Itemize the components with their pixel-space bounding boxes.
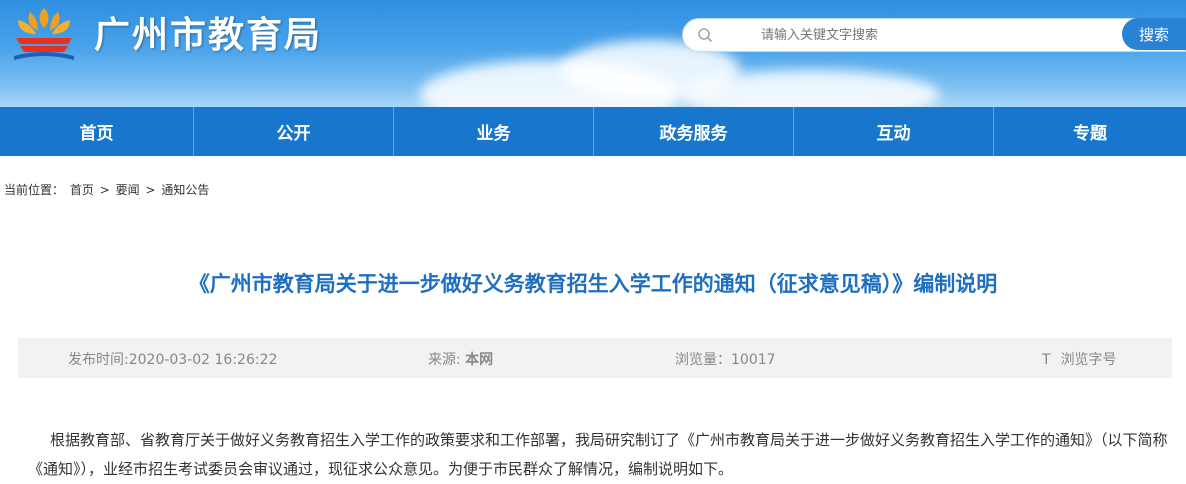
publish-date: 发布时间:2020-03-02 16:26:22 — [68, 352, 278, 368]
nav-item-interaction[interactable]: 互动 — [794, 107, 994, 156]
breadcrumb-link-notices[interactable]: 通知公告 — [161, 183, 209, 197]
breadcrumb-separator: > — [145, 183, 156, 197]
search-input[interactable] — [723, 19, 1123, 51]
search-icon — [698, 28, 713, 43]
nav-item-business[interactable]: 业务 — [394, 107, 594, 156]
education-bureau-logo — [14, 8, 74, 60]
breadcrumb-link-home[interactable]: 首页 — [70, 183, 94, 197]
view-count: 浏览量：10017 — [675, 352, 776, 368]
font-size-icon[interactable]: T — [1042, 352, 1051, 368]
nav-item-public[interactable]: 公开 — [194, 107, 394, 156]
article-title: 《广州市教育局关于进一步做好义务教育招生入学工作的通知（征求意见稿）》编制说明 — [188, 272, 998, 296]
article-source: 来源: 本网 — [428, 349, 493, 369]
font-size-label[interactable]: 浏览字号 — [1061, 352, 1117, 368]
search-button[interactable]: 搜索 — [1122, 18, 1186, 50]
main-nav: 首页 公开 业务 政务服务 互动 专题 — [0, 107, 1186, 156]
font-size-control[interactable]: T 浏览字号 — [1042, 349, 1117, 369]
source-value: 本网 — [465, 352, 494, 368]
search-box — [682, 18, 1186, 52]
breadcrumb-prefix: 当前位置： — [4, 183, 65, 197]
site-title[interactable]: 广州市教育局 — [94, 6, 322, 58]
nav-item-government-services[interactable]: 政务服务 — [594, 107, 794, 156]
breadcrumb: 当前位置： 首页 > 要闻 > 通知公告 — [4, 181, 211, 198]
source-label: 来源: — [428, 352, 466, 368]
breadcrumb-separator: > — [99, 183, 110, 197]
nav-item-topics[interactable]: 专题 — [994, 107, 1186, 156]
header-banner: 广州市教育局 搜索 — [0, 0, 1186, 107]
article-body: 根据教育部、省教育厅关于做好义务教育招生入学工作的政策要求和工作部署，我局研究制… — [28, 431, 1168, 478]
breadcrumb-link-news[interactable]: 要闻 — [116, 183, 140, 197]
article-meta-bar: 发布时间:2020-03-02 16:26:22 来源: 本网 浏览量：1001… — [18, 338, 1172, 378]
nav-item-home[interactable]: 首页 — [0, 107, 194, 156]
